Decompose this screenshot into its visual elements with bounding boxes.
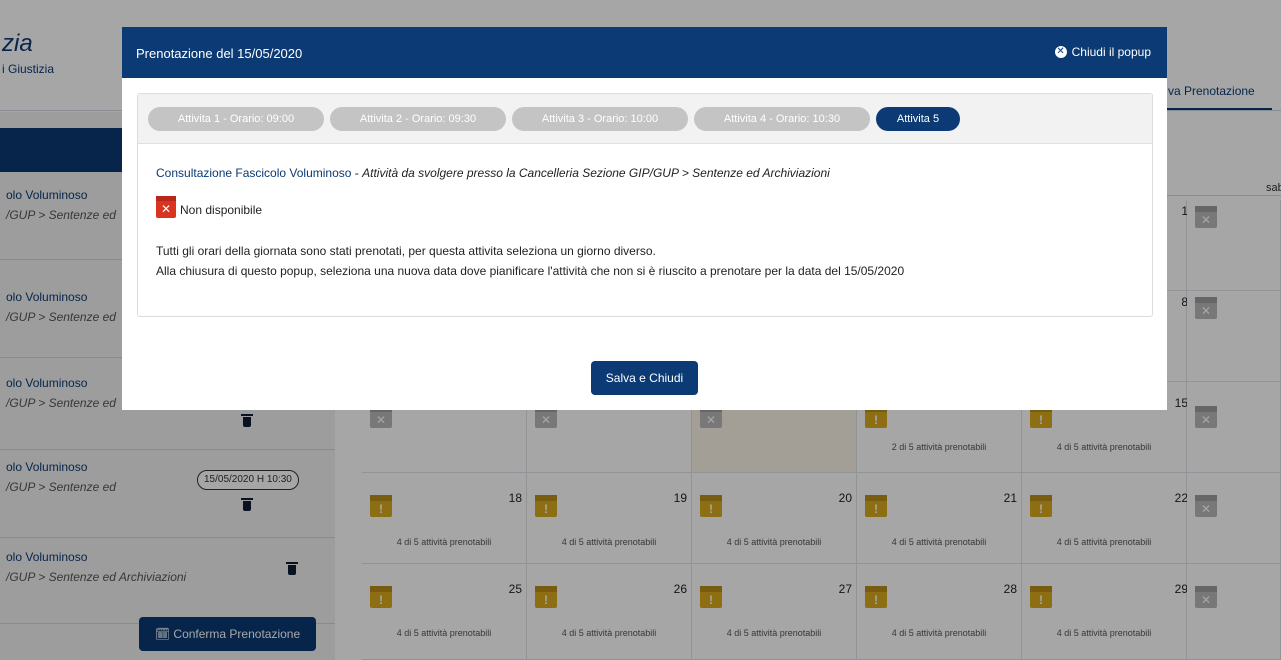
info-message-2: Alla chiusura di questo popup, seleziona… [156,264,905,278]
tab-activity-4[interactable]: Attivita 4 - Orario: 10:30 [694,107,870,131]
status-label: Non disponibile [180,203,263,217]
activity-separator: - [351,166,363,180]
tab-activity-3[interactable]: Attivita 3 - Orario: 10:00 [512,107,688,131]
close-circle-icon: ✕ [1054,46,1067,58]
activity-card: Attivita 1 - Orario: 09:00 Attivita 2 - … [137,93,1153,317]
modal-header: Prenotazione del 15/05/2020 ✕ Chiudi il … [122,27,1167,78]
activity-place: Attività da svolgere presso la Canceller… [362,166,830,180]
save-and-close-button[interactable]: Salva e Chiudi [591,361,698,395]
close-popup-button[interactable]: ✕ Chiudi il popup [1054,45,1151,59]
tab-activity-2[interactable]: Attivita 2 - Orario: 09:30 [330,107,506,131]
availability-status: ✕ Non disponibile [156,196,262,218]
close-popup-label: Chiudi il popup [1071,45,1151,59]
activity-link[interactable]: Consultazione Fascicolo Voluminoso [156,166,351,180]
tab-activity-1[interactable]: Attivita 1 - Orario: 09:00 [148,107,324,131]
activity-tabs: Attivita 1 - Orario: 09:00 Attivita 2 - … [138,94,1152,144]
activity-description: Consultazione Fascicolo Voluminoso - Att… [156,166,830,180]
calendar-unavailable-icon: ✕ [156,196,176,218]
info-message-1: Tutti gli orari della giornata sono stat… [156,244,656,258]
tab-activity-5[interactable]: Attivita 5 [876,107,960,131]
modal-title: Prenotazione del 15/05/2020 [136,46,303,61]
booking-modal: Prenotazione del 15/05/2020 ✕ Chiudi il … [122,27,1167,410]
